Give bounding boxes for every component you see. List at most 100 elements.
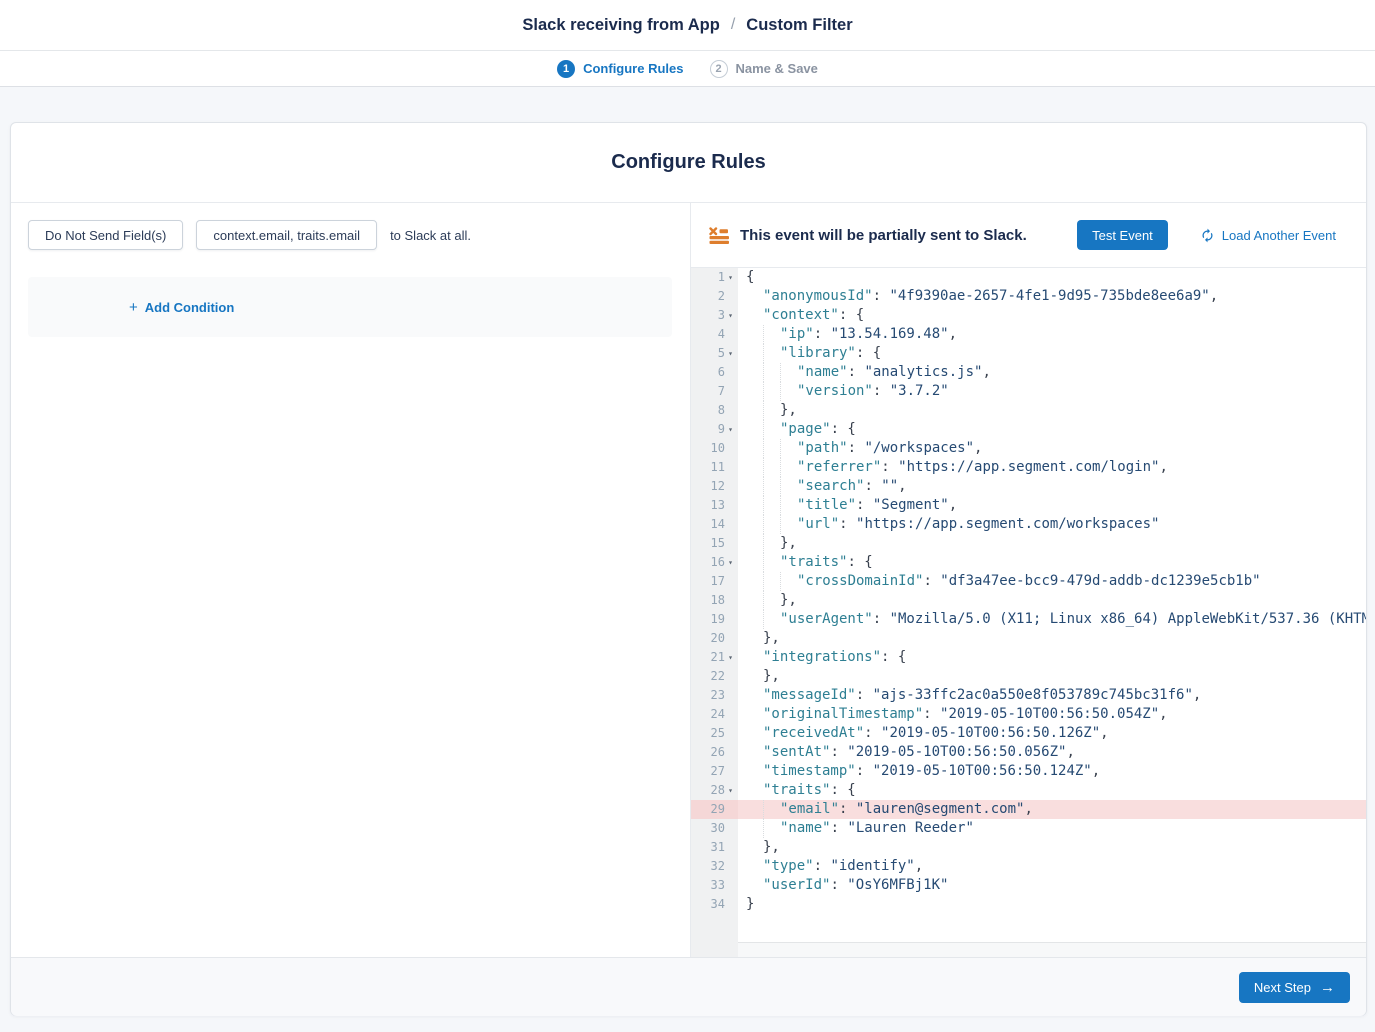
editor-line[interactable]: 30"name": "Lauren Reeder" [691, 819, 1366, 838]
code-text: "traits": { [738, 781, 1366, 800]
filter-action-dropdown[interactable]: Do Not Send Field(s) [28, 220, 183, 250]
token-pun: , [1066, 744, 1074, 760]
editor-line[interactable]: 20}, [691, 629, 1366, 648]
editor-line[interactable]: 22}, [691, 667, 1366, 686]
editor-line[interactable]: 33"userId": "OsY6MFBj1K" [691, 876, 1366, 895]
indent-guide [746, 724, 763, 743]
event-preview-panel: This event will be partially sent to Sla… [691, 203, 1366, 957]
editor-line[interactable]: 10"path": "/workspaces", [691, 439, 1366, 458]
editor-line[interactable]: 8}, [691, 401, 1366, 420]
indent-guide [763, 382, 780, 401]
token-pun: : [830, 877, 847, 893]
line-number: 2 [718, 287, 725, 306]
token-key: "search" [797, 478, 864, 494]
line-number: 31 [711, 838, 725, 857]
editor-line[interactable]: 5▾"library": { [691, 344, 1366, 363]
editor-line[interactable]: 23"messageId": "ajs-33ffc2ac0a550e8f0537… [691, 686, 1366, 705]
editor-line[interactable]: 21▾"integrations": { [691, 648, 1366, 667]
editor-line[interactable]: 4"ip": "13.54.169.48", [691, 325, 1366, 344]
editor-line[interactable]: 11"referrer": "https://app.segment.com/l… [691, 458, 1366, 477]
editor-line[interactable]: 7"version": "3.7.2" [691, 382, 1366, 401]
code-text: } [738, 895, 1366, 914]
token-key: "referrer" [797, 459, 881, 475]
token-pun: , [1092, 763, 1100, 779]
editor-line[interactable]: 16▾"traits": { [691, 553, 1366, 572]
step-configure-rules[interactable]: 1 Configure Rules [557, 60, 683, 78]
filter-fields-dropdown[interactable]: context.email, traits.email [196, 220, 377, 250]
token-pun: }, [780, 535, 797, 551]
token-key: "path" [797, 440, 848, 456]
fold-arrow-icon[interactable]: ▾ [726, 268, 735, 287]
token-key: "integrations" [763, 649, 881, 665]
add-condition-box: + Add Condition [28, 277, 672, 337]
line-gutter: 34 [691, 895, 738, 914]
line-gutter: 17 [691, 572, 738, 591]
editor-line[interactable]: 28▾"traits": { [691, 781, 1366, 800]
line-gutter: 3▾ [691, 306, 738, 325]
token-pun: : [873, 611, 890, 627]
token-pun: , [1159, 459, 1167, 475]
editor-line[interactable]: 3▾"context": { [691, 306, 1366, 325]
editor-line[interactable]: 26"sentAt": "2019-05-10T00:56:50.056Z", [691, 743, 1366, 762]
code-text: }, [738, 629, 1366, 648]
token-key: "timestamp" [763, 763, 856, 779]
breadcrumb-destination: Slack receiving from App [522, 16, 719, 35]
step-name-and-save[interactable]: 2 Name & Save [710, 60, 818, 78]
load-another-event-button[interactable]: Load Another Event [1200, 228, 1336, 243]
editor-line[interactable]: 27"timestamp": "2019-05-10T00:56:50.124Z… [691, 762, 1366, 781]
token-str: "Lauren Reeder" [847, 820, 973, 836]
editor-line[interactable]: 14"url": "https://app.segment.com/worksp… [691, 515, 1366, 534]
line-gutter: 26 [691, 743, 738, 762]
token-pun: : [839, 801, 856, 817]
editor-line[interactable]: 32"type": "identify", [691, 857, 1366, 876]
editor-line[interactable]: 12"search": "", [691, 477, 1366, 496]
editor-line[interactable]: 34} [691, 895, 1366, 914]
horizontal-scrollbar[interactable] [738, 942, 1366, 957]
token-pun: : [923, 706, 940, 722]
fold-arrow-icon[interactable]: ▾ [726, 781, 735, 800]
editor-line[interactable]: 13"title": "Segment", [691, 496, 1366, 515]
json-event-editor[interactable]: 1▾{2"anonymousId": "4f9390ae-2657-4fe1-9… [691, 268, 1366, 957]
token-pun: : [814, 326, 831, 342]
editor-line[interactable]: 31}, [691, 838, 1366, 857]
editor-line[interactable]: 2"anonymousId": "4f9390ae-2657-4fe1-9d95… [691, 287, 1366, 306]
editor-line[interactable]: 9▾"page": { [691, 420, 1366, 439]
indent-guide [780, 572, 797, 591]
next-step-button[interactable]: Next Step → [1239, 972, 1350, 1003]
editor-line[interactable]: 29"email": "lauren@segment.com", [691, 800, 1366, 819]
editor-line[interactable]: 15}, [691, 534, 1366, 553]
editor-line[interactable]: 24"originalTimestamp": "2019-05-10T00:56… [691, 705, 1366, 724]
indent-guide [746, 819, 763, 838]
editor-line[interactable]: 17"crossDomainId": "df3a47ee-bcc9-479d-a… [691, 572, 1366, 591]
editor-line[interactable]: 19"userAgent": "Mozilla/5.0 (X11; Linux … [691, 610, 1366, 629]
token-pun: : [856, 763, 873, 779]
filter-rule-row: Do Not Send Field(s) context.email, trai… [28, 220, 672, 250]
indent-guide [746, 781, 763, 800]
editor-line[interactable]: 1▾{ [691, 268, 1366, 287]
editor-line[interactable]: 6"name": "analytics.js", [691, 363, 1366, 382]
line-number: 32 [711, 857, 725, 876]
token-pun: , [1159, 706, 1167, 722]
token-key: "messageId" [763, 687, 856, 703]
token-pun: , [974, 440, 982, 456]
fold-arrow-icon[interactable]: ▾ [726, 344, 735, 363]
fold-arrow-icon[interactable]: ▾ [726, 648, 735, 667]
indent-guide [763, 344, 780, 363]
step-label: Configure Rules [583, 61, 683, 76]
fold-arrow-icon[interactable]: ▾ [726, 306, 735, 325]
editor-line[interactable]: 25"receivedAt": "2019-05-10T00:56:50.126… [691, 724, 1366, 743]
code-text: "path": "/workspaces", [738, 439, 1366, 458]
token-key: "userAgent" [780, 611, 873, 627]
token-str: "analytics.js" [864, 364, 982, 380]
indent-guide [763, 439, 780, 458]
code-text: "integrations": { [738, 648, 1366, 667]
token-str: "https://app.segment.com/login" [898, 459, 1159, 475]
token-key: "crossDomainId" [797, 573, 923, 589]
test-event-button[interactable]: Test Event [1077, 220, 1168, 250]
line-number: 6 [718, 363, 725, 382]
add-condition-button[interactable]: + Add Condition [129, 300, 234, 315]
editor-line[interactable]: 18}, [691, 591, 1366, 610]
fold-arrow-icon[interactable]: ▾ [726, 553, 735, 572]
line-gutter: 1▾ [691, 268, 738, 287]
fold-arrow-icon[interactable]: ▾ [726, 420, 735, 439]
